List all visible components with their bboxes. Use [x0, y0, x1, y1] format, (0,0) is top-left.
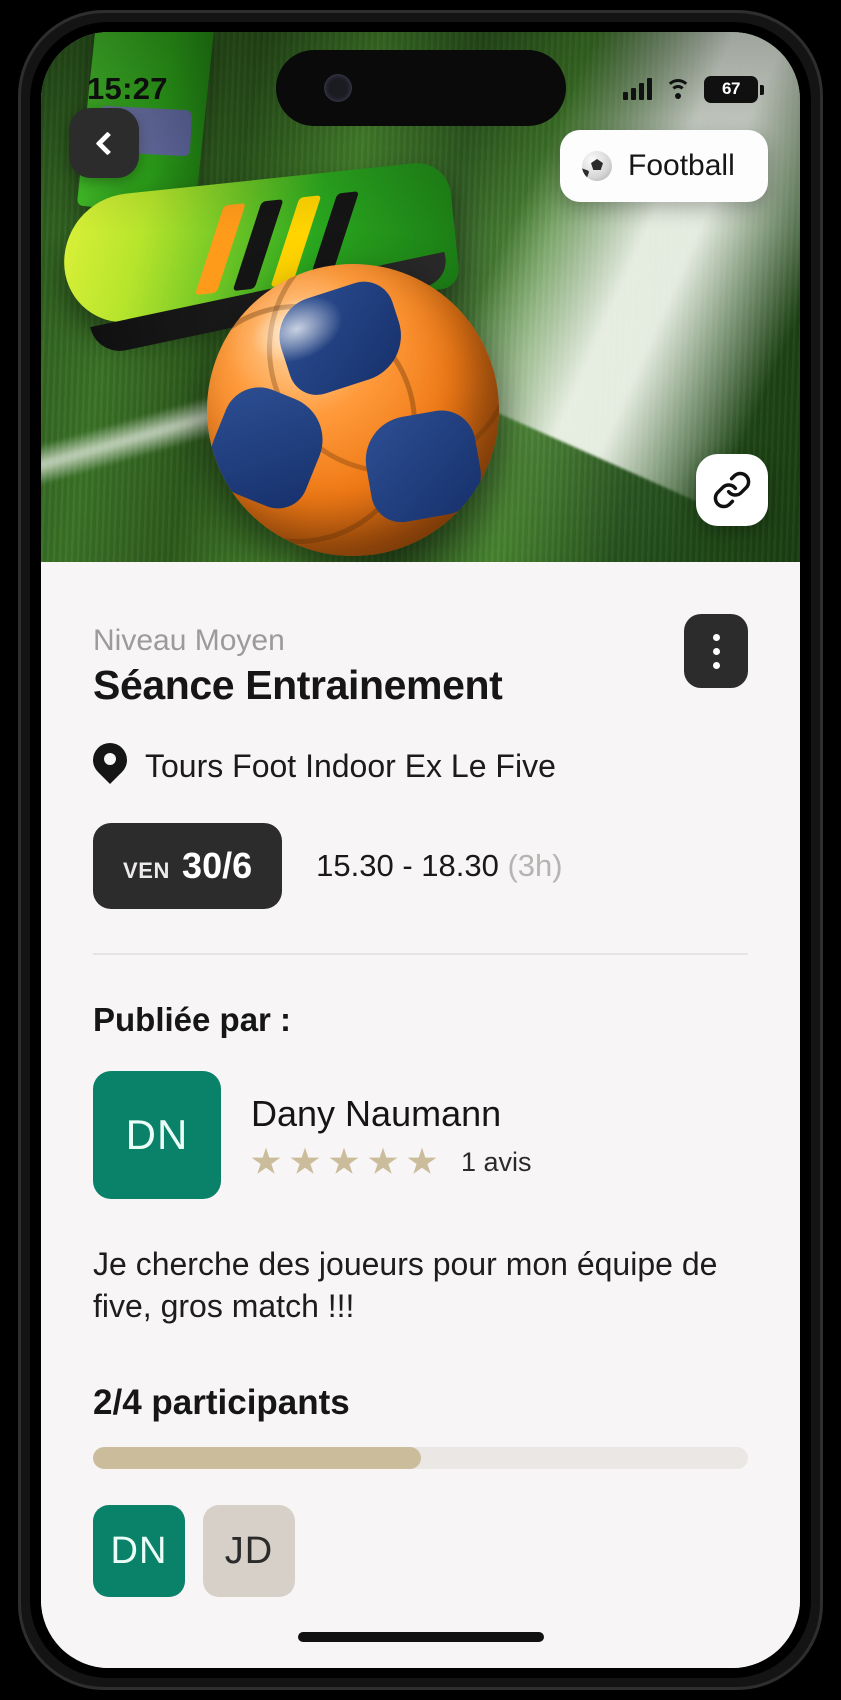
kebab-menu-icon	[712, 633, 720, 641]
football-graphic	[207, 264, 499, 556]
rating-row: 1 avis	[251, 1147, 532, 1178]
link-chain-icon	[713, 471, 751, 509]
battery-level: 67	[721, 79, 741, 98]
publisher-details: Dany Naumann 1 avis	[251, 1093, 532, 1178]
venue-row[interactable]: Tours Foot Indoor Ex Le Five	[93, 743, 748, 789]
star-icon	[329, 1147, 359, 1174]
home-indicator	[297, 1632, 544, 1642]
location-pin-icon	[93, 743, 127, 789]
back-button[interactable]	[69, 108, 139, 178]
front-camera	[323, 74, 352, 102]
wifi-icon	[665, 79, 691, 99]
sport-chip-label: Football	[628, 149, 735, 182]
participant-avatar-list: DN JD	[93, 1505, 748, 1598]
chevron-left-icon	[94, 130, 120, 156]
participants-progress-fill	[93, 1447, 421, 1470]
share-link-button[interactable]	[696, 454, 768, 526]
battery-icon: 67	[704, 75, 764, 103]
kebab-menu-icon	[712, 647, 720, 655]
date-weekday: VEN	[123, 858, 171, 883]
star-rating	[251, 1147, 437, 1177]
kebab-menu-icon	[712, 661, 720, 669]
screenshot-stage: 15:27 67 Football Niveau Moyen Séance En…	[0, 0, 841, 1700]
time-range: 15.30 - 18.30 (3h)	[316, 848, 562, 884]
sport-category-chip[interactable]: Football	[560, 130, 768, 202]
section-divider	[93, 953, 748, 955]
event-level: Niveau Moyen	[93, 624, 285, 657]
star-icon	[290, 1147, 320, 1174]
avatar[interactable]: JD	[203, 1505, 295, 1598]
avatar[interactable]: DN	[93, 1505, 185, 1598]
hero-image: 15:27 67 Football	[41, 32, 800, 562]
venue-name: Tours Foot Indoor Ex Le Five	[145, 747, 556, 784]
event-description: Je cherche des joueurs pour mon équipe d…	[93, 1246, 718, 1325]
status-indicators: 67	[623, 75, 764, 103]
phone-screen: 15:27 67 Football Niveau Moyen Séance En…	[41, 32, 800, 1668]
reviews-count: 1 avis	[461, 1146, 532, 1177]
publisher-section-title: Publiée par :	[93, 1001, 292, 1038]
star-icon	[251, 1147, 281, 1174]
star-icon	[407, 1147, 437, 1174]
date-badge: VEN 30/6	[93, 823, 283, 909]
soccer-ball-icon	[582, 151, 612, 181]
date-day-month: 30/6	[182, 845, 253, 886]
more-options-button[interactable]	[684, 614, 748, 688]
participants-heading: 2/4 participants	[93, 1383, 350, 1423]
publisher-row[interactable]: DN Dany Naumann 1 avis	[93, 1071, 748, 1199]
detail-sheet: Niveau Moyen Séance Entrainement Tours F…	[41, 562, 800, 1668]
device-notch	[275, 50, 566, 126]
participants-progress-track	[93, 1447, 748, 1470]
star-icon	[368, 1147, 398, 1174]
page-title: Séance Entrainement	[93, 662, 503, 708]
time-range-value: 15.30 - 18.30	[316, 848, 499, 883]
avatar: DN	[93, 1071, 221, 1199]
cellular-bars-icon	[623, 78, 652, 100]
status-clock: 15:27	[87, 71, 168, 106]
duration-value: (3h)	[507, 848, 563, 883]
publisher-name: Dany Naumann	[251, 1092, 502, 1134]
schedule-row: VEN 30/6 15.30 - 18.30 (3h)	[93, 823, 748, 909]
